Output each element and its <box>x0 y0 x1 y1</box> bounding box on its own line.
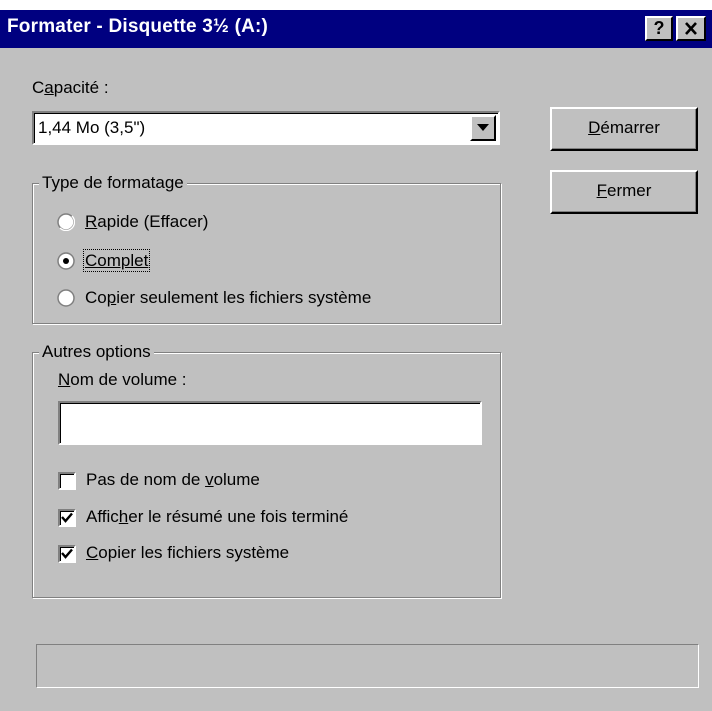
label-text: Complet <box>82 249 151 272</box>
capacity-label-part: pacité : <box>53 78 109 97</box>
chevron-down-icon <box>477 124 489 131</box>
capacity-label-part: C <box>32 78 45 97</box>
capacity-dropdown[interactable]: 1,44 Mo (3,5") <box>32 111 500 145</box>
label-mnemonic: R <box>85 212 98 231</box>
start-label: émarrer <box>600 118 660 137</box>
capacity-label: Capacité : <box>32 78 109 98</box>
checkmark-icon <box>61 512 73 523</box>
title-bar[interactable]: Formater - Disquette 3½ (A:) ? <box>0 10 712 48</box>
checkbox-no-volume-name-label: Pas de nom de volume <box>86 470 260 490</box>
radio-system-files-only-label: Copier seulement les fichiers système <box>85 288 371 308</box>
window-title: Formater - Disquette 3½ (A:) <box>7 16 269 37</box>
close-window-button[interactable] <box>676 16 706 41</box>
label-part: Affic <box>86 507 119 526</box>
label-part: opier les fichiers système <box>98 543 290 562</box>
checkmark-icon <box>61 548 73 559</box>
checkbox-box <box>58 472 76 490</box>
label-part: Pas de nom de <box>86 470 206 489</box>
format-progress-bar <box>36 644 699 688</box>
radio-full-format-label: Complet <box>82 249 151 272</box>
label-part: apide (Effacer) <box>97 212 209 231</box>
radio-quick-format-label: Rapide (Effacer) <box>85 212 208 232</box>
checkbox-box <box>58 545 76 563</box>
close-label: ermer <box>606 181 652 200</box>
close-mnemonic: F <box>596 181 607 200</box>
label-part: ier seulement les fichiers système <box>116 288 372 307</box>
label-part: er le résumé une fois terminé <box>128 507 349 526</box>
help-button[interactable]: ? <box>645 16 673 41</box>
radio-selected-icon <box>57 252 75 270</box>
close-button[interactable]: Fermer <box>550 170 698 214</box>
checkbox-show-summary-label: Afficher le résumé une fois terminé <box>86 507 348 527</box>
volume-name-label: Nom de volume : <box>58 370 187 390</box>
radio-unselected-icon <box>57 213 75 231</box>
radio-unselected-icon <box>57 289 75 307</box>
label-part: Co <box>85 288 107 307</box>
label-mnemonic: C <box>86 543 99 562</box>
dropdown-arrow-button[interactable] <box>470 115 496 141</box>
volume-name-input[interactable] <box>58 401 482 445</box>
capacity-label-mnemonic: a <box>44 78 54 97</box>
label-mnemonic: p <box>106 288 117 307</box>
label-part: olume <box>213 470 260 489</box>
other-options-legend: Autres options <box>39 342 154 362</box>
label-part: om de volume : <box>70 370 187 389</box>
format-type-legend: Type de formatage <box>39 173 187 193</box>
start-button[interactable]: Démarrer <box>550 107 698 151</box>
capacity-value: 1,44 Mo (3,5") <box>38 118 146 137</box>
checkbox-copy-system-files-label: Copier les fichiers système <box>86 543 289 563</box>
checkbox-box <box>58 509 76 527</box>
label-mnemonic: v <box>205 470 214 489</box>
start-mnemonic: D <box>588 118 601 137</box>
label-mnemonic: h <box>118 507 129 526</box>
close-icon <box>685 22 697 35</box>
label-mnemonic: N <box>58 370 71 389</box>
